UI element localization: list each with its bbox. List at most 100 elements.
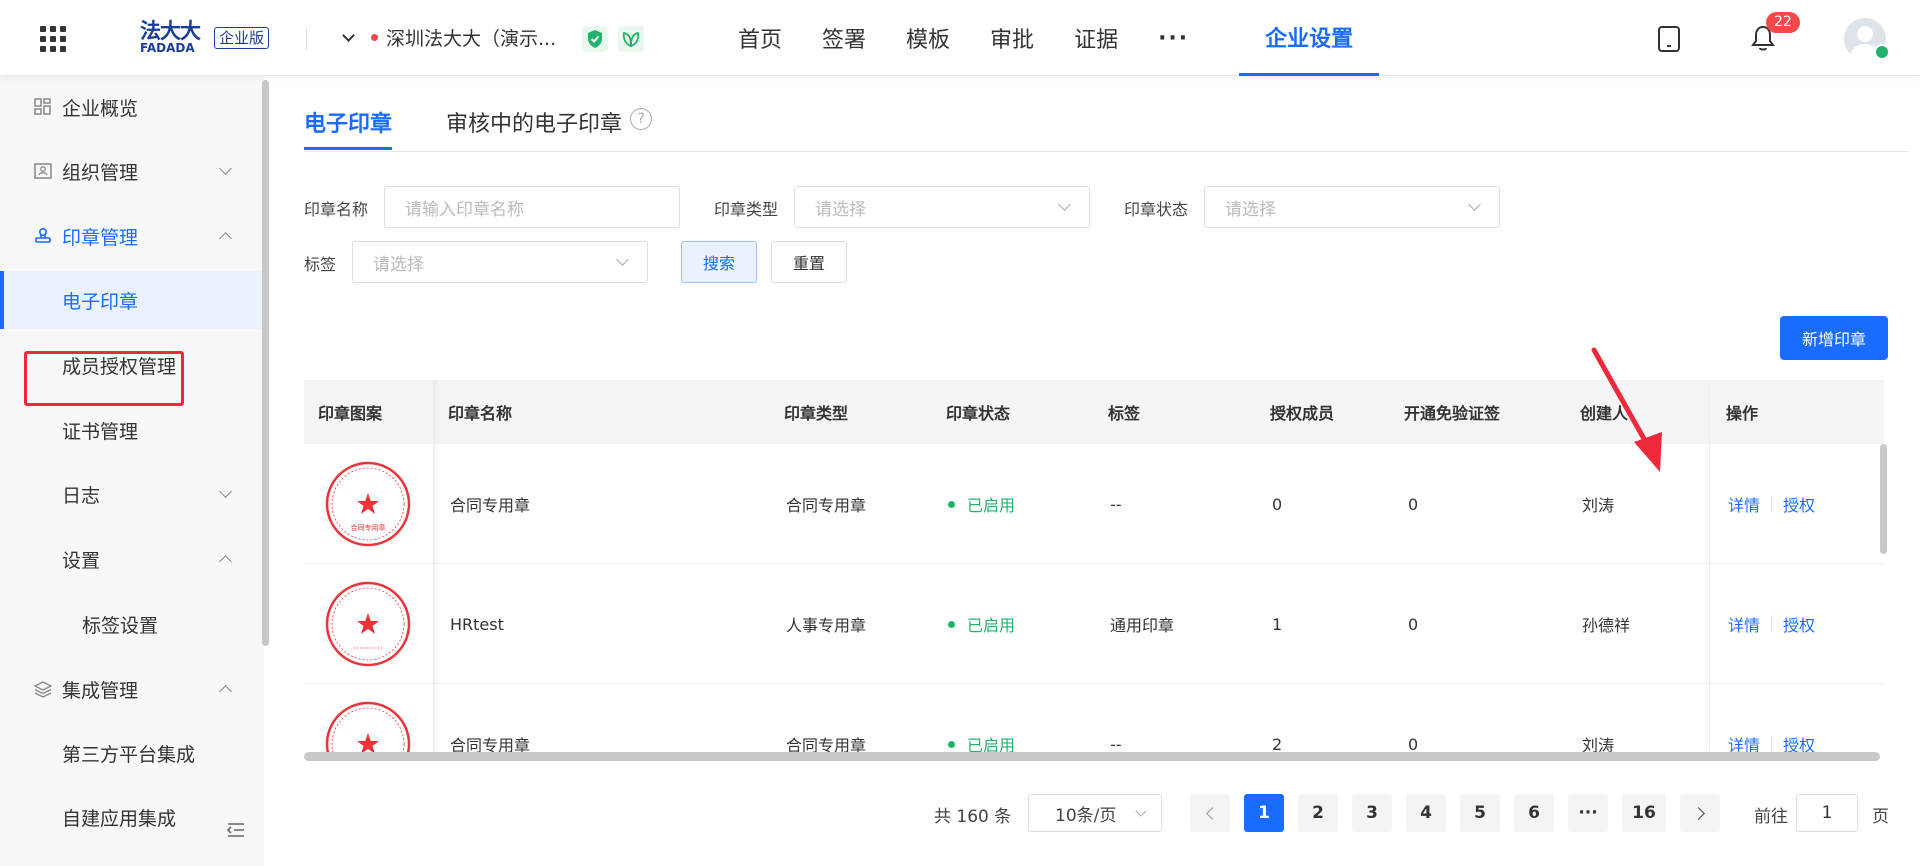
column-header: 印章状态 xyxy=(946,404,1011,423)
verified-check-icon xyxy=(1874,44,1890,60)
authorize-link[interactable]: 授权 xyxy=(1783,732,1815,752)
sidebar-item-label: 企业概览 xyxy=(62,97,139,120)
authorized-members: 0 xyxy=(1272,494,1283,514)
status-text: 已启用 xyxy=(967,736,1016,752)
tab-label: 审核中的电子印章 xyxy=(446,112,623,137)
tag-label: 标签 xyxy=(304,255,337,274)
authorize-link[interactable]: 授权 xyxy=(1783,492,1815,516)
nav-sign[interactable]: 签署 xyxy=(802,0,886,76)
free-sign-count: 0 xyxy=(1408,734,1419,753)
tab-reviewing-seal[interactable]: 审核中的电子印章 ? xyxy=(446,106,653,151)
sidebar-scrollbar[interactable] xyxy=(262,80,269,646)
sidebar-item-certificate[interactable]: 证书管理 xyxy=(0,401,262,459)
detail-link[interactable]: 详情 xyxy=(1728,492,1760,516)
chevron-up-icon xyxy=(219,232,232,245)
sidebar-item-label: 成员授权管理 xyxy=(62,355,177,378)
page-size-select[interactable]: 10条/页 xyxy=(1028,794,1162,832)
page-button[interactable]: 1 xyxy=(1244,794,1284,832)
column-header: 印章图案 xyxy=(318,404,383,423)
page-button[interactable]: 16 xyxy=(1622,794,1666,832)
page-button[interactable]: 4 xyxy=(1406,794,1446,832)
sidebar-item-label: 日志 xyxy=(62,484,101,507)
sidebar-item-log[interactable]: 日志 xyxy=(0,465,262,523)
shield-check-icon[interactable] xyxy=(582,26,608,52)
column-header: 标签 xyxy=(1108,404,1141,423)
goto-page-input[interactable]: 1 xyxy=(1796,794,1858,832)
tag-select[interactable]: 请选择 xyxy=(352,241,648,283)
add-seal-button[interactable]: 新增印章 xyxy=(1780,316,1888,360)
sidebar-item-seal-management[interactable]: 印章管理 xyxy=(0,207,262,265)
seal-name: 合同专用章 xyxy=(450,736,531,752)
sidebar-item-electronic-seal[interactable]: 电子印章 xyxy=(0,271,262,329)
authorize-link[interactable]: 授权 xyxy=(1783,612,1815,636)
sidebar-item-tag-settings[interactable]: 标签设置 xyxy=(0,595,262,653)
nav-evidence[interactable]: 证据 xyxy=(1054,0,1138,76)
seal-type: 合同专用章 xyxy=(786,736,867,752)
leaf-icon[interactable] xyxy=(618,26,644,52)
company-switcher[interactable]: 深圳法大大（演示... xyxy=(342,24,556,51)
page-button[interactable]: 3 xyxy=(1352,794,1392,832)
app-grid-icon[interactable] xyxy=(40,26,66,52)
seal-stamp-icon: 合同专用章 xyxy=(325,461,411,547)
nav-approval[interactable]: 审批 xyxy=(970,0,1054,76)
chevron-down-icon xyxy=(1135,805,1147,817)
page-button[interactable]: 6 xyxy=(1514,794,1554,832)
sidebar-item-self-built-app[interactable]: 自建应用集成 xyxy=(0,788,262,846)
page-button[interactable]: 5 xyxy=(1460,794,1500,832)
more-pages-button[interactable]: ··· xyxy=(1568,794,1608,832)
seal-type-select[interactable]: 请选择 xyxy=(794,186,1090,228)
creator: 刘涛 xyxy=(1582,736,1615,752)
next-page-button[interactable] xyxy=(1680,794,1720,832)
page-button[interactable]: 2 xyxy=(1298,794,1338,832)
placeholder: 请选择 xyxy=(373,254,424,275)
seal-image: 合同专用章 xyxy=(324,444,412,564)
seal-tag: -- xyxy=(1110,494,1122,514)
seal-status-select[interactable]: 请选择 xyxy=(1204,186,1500,228)
logo-text-bottom: FADADA xyxy=(140,41,195,55)
separator xyxy=(1771,497,1773,511)
help-icon[interactable]: ? xyxy=(630,108,653,130)
row-actions: 详情 授权 xyxy=(1728,684,1815,752)
nav-home[interactable]: 首页 xyxy=(718,0,802,76)
column-header: 开通免验证签 xyxy=(1404,404,1501,423)
nav-enterprise-settings[interactable]: 企业设置 xyxy=(1239,0,1380,76)
goto-prefix: 前往 xyxy=(1754,807,1788,827)
nav-more[interactable]: ··· xyxy=(1138,0,1209,76)
sidebar-item-overview[interactable]: 企业概览 xyxy=(0,78,262,136)
chevron-up-icon xyxy=(219,555,232,568)
sidebar-item-settings[interactable]: 设置 xyxy=(0,530,262,588)
chevron-up-icon xyxy=(219,685,232,698)
status-dot xyxy=(371,34,378,41)
collapse-sidebar-icon[interactable] xyxy=(226,822,246,838)
nav-template[interactable]: 模板 xyxy=(886,0,970,76)
column-header: 操作 xyxy=(1726,404,1759,423)
column-header: 印章名称 xyxy=(448,404,513,423)
sidebar-item-organization[interactable]: 组织管理 xyxy=(0,142,262,200)
search-button[interactable]: 搜索 xyxy=(681,241,757,283)
seal-stamp-icon xyxy=(325,701,411,752)
table-row: HRtest 人事专用章 已启用 通用印章 1 0 孙德祥 详情 授权 xyxy=(304,564,1884,684)
tab-electronic-seal[interactable]: 电子印章 xyxy=(304,106,393,150)
table-horizontal-scrollbar[interactable] xyxy=(304,752,1880,761)
sidebar-item-member-authorization[interactable]: 成员授权管理 xyxy=(0,336,262,394)
total-count: 共 160 条 xyxy=(934,807,1012,827)
sidebar-item-integration[interactable]: 集成管理 xyxy=(0,660,262,718)
logo[interactable]: 法大大 FADADA 企业版 xyxy=(140,20,270,56)
detail-link[interactable]: 详情 xyxy=(1728,732,1760,752)
page-size-value: 10条/页 xyxy=(1055,805,1117,826)
status-badge: 已启用 xyxy=(948,564,1015,684)
goto-suffix: 页 xyxy=(1872,807,1889,827)
tablet-icon[interactable] xyxy=(1658,26,1680,52)
sidebar-item-third-party[interactable]: 第三方平台集成 xyxy=(0,724,262,782)
annotation-arrow-icon xyxy=(1591,347,1662,472)
reset-button[interactable]: 重置 xyxy=(771,241,847,283)
chevron-down-icon xyxy=(616,253,629,266)
detail-link[interactable]: 详情 xyxy=(1728,612,1760,636)
seal-name-input[interactable]: 请输入印章名称 xyxy=(384,186,680,228)
prev-page-button[interactable] xyxy=(1190,794,1230,832)
placeholder: 请选择 xyxy=(1225,199,1276,220)
table-row: 合同专用章 合同专用章 已启用 -- 2 0 刘涛 详情 授权 xyxy=(304,684,1884,752)
table-vertical-scrollbar[interactable] xyxy=(1880,444,1887,554)
sidebar-item-label: 标签设置 xyxy=(82,614,159,637)
status-dot xyxy=(948,620,955,628)
